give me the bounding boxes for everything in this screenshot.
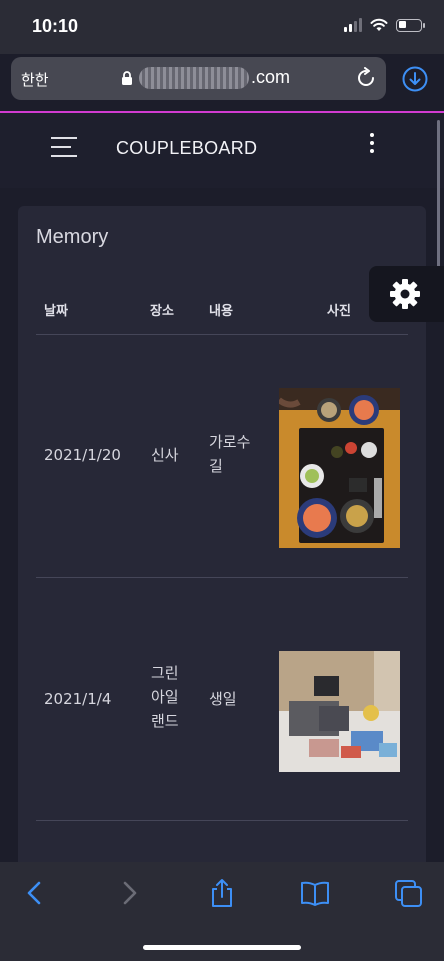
wifi-icon bbox=[370, 18, 388, 31]
row-date: 2021/1/4 bbox=[44, 690, 112, 708]
status-time: 10:10 bbox=[32, 16, 79, 36]
address-bar[interactable]: 한한 .com bbox=[11, 57, 386, 100]
card-title: Memory bbox=[36, 226, 109, 248]
app-navbar: COUPLEBOARD bbox=[0, 113, 444, 188]
row-place: 신사 bbox=[151, 446, 179, 464]
row-date: 2021/1/20 bbox=[44, 446, 121, 464]
column-header-place: 장소 bbox=[150, 304, 174, 319]
cellular-signal-icon bbox=[344, 18, 362, 32]
battery-icon bbox=[396, 18, 425, 32]
row-content: 생일 bbox=[209, 690, 237, 708]
tabs-icon[interactable] bbox=[394, 878, 424, 908]
gear-icon bbox=[390, 279, 420, 309]
url-redacted bbox=[139, 67, 249, 89]
food-tray-photo[interactable] bbox=[279, 388, 400, 548]
reader-aa-button[interactable]: 한한 bbox=[21, 69, 49, 90]
memory-card: Memory 날짜 장소 내용 사진 2021/1/20 신사 가로수 길 20… bbox=[18, 206, 426, 906]
home-indicator bbox=[143, 945, 301, 950]
url-text[interactable]: .com bbox=[251, 67, 290, 88]
column-header-date: 날짜 bbox=[44, 304, 68, 319]
back-icon[interactable] bbox=[20, 878, 50, 908]
reload-icon[interactable] bbox=[355, 67, 377, 89]
status-icons bbox=[344, 18, 425, 32]
hamburger-icon[interactable] bbox=[51, 137, 77, 157]
row-content: 가로수 길 bbox=[209, 433, 251, 475]
column-header-content: 내용 bbox=[209, 304, 233, 319]
forward-icon[interactable] bbox=[114, 878, 144, 908]
status-bar: 10:10 bbox=[0, 0, 444, 54]
kebab-icon[interactable] bbox=[368, 133, 376, 157]
row-divider bbox=[36, 577, 408, 578]
lock-icon bbox=[122, 71, 132, 85]
bookmarks-icon[interactable] bbox=[300, 878, 330, 908]
header-divider bbox=[36, 334, 408, 335]
row-place: 그린 아일 랜드 bbox=[151, 664, 179, 730]
share-icon[interactable] bbox=[207, 878, 237, 908]
row-divider bbox=[36, 820, 408, 821]
download-icon[interactable] bbox=[402, 66, 428, 92]
brand-title[interactable]: COUPLEBOARD bbox=[116, 138, 257, 159]
settings-button[interactable] bbox=[369, 266, 444, 322]
birthday-gifts-photo[interactable] bbox=[279, 651, 400, 772]
column-header-photo: 사진 bbox=[327, 304, 351, 319]
